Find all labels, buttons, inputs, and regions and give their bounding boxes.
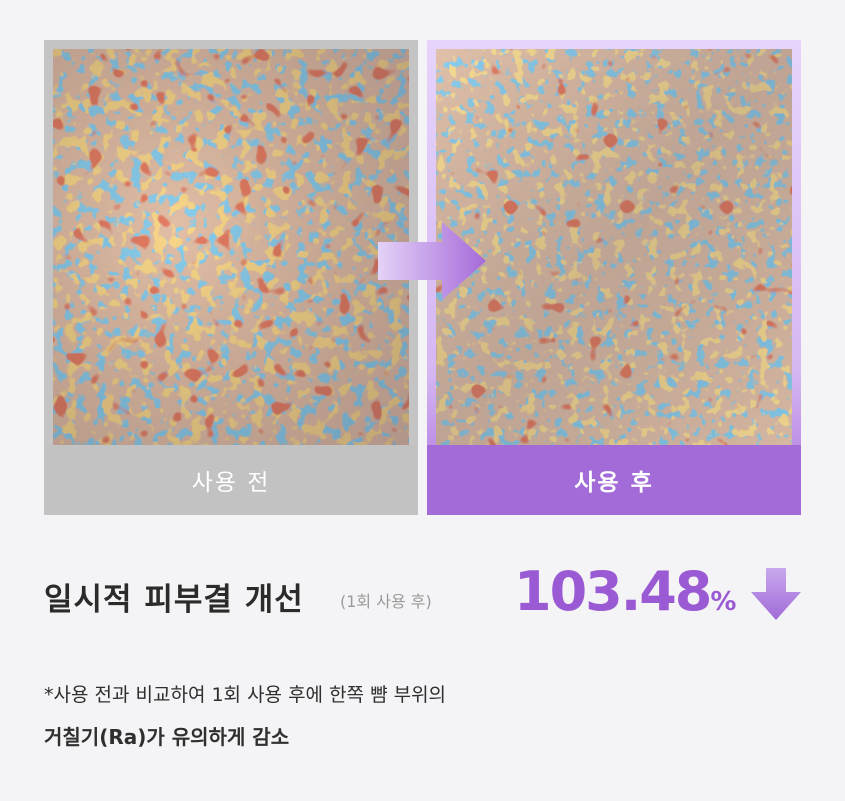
before-card: 사용 전 — [44, 40, 418, 515]
before-label: 사용 전 — [44, 445, 418, 515]
footnote-line-2: 거칠기(Ra)가 유의하게 감소 — [44, 725, 290, 749]
skin-texture-graphic — [53, 49, 409, 445]
result-number: 103.48 — [514, 560, 712, 623]
result-unit: % — [710, 587, 737, 617]
result-row: 일시적 피부결 개선 (1회 사용 후) 103.48% — [44, 560, 804, 630]
result-title: 일시적 피부결 개선 — [44, 582, 304, 618]
right-arrow-icon — [378, 222, 486, 300]
down-arrow-icon — [751, 568, 801, 620]
result-note: (1회 사용 후) — [340, 592, 432, 611]
after-label: 사용 후 — [427, 445, 801, 515]
before-skin-texture-image — [53, 49, 409, 445]
footnote: *사용 전과 비교하여 1회 사용 후에 한쪽 뺨 부위의 거칠기(Ra)가 유… — [44, 680, 804, 752]
after-skin-texture-image — [436, 49, 792, 445]
skin-texture-graphic — [436, 49, 792, 445]
result-value: 103.48% — [514, 560, 736, 623]
footnote-line-1: *사용 전과 비교하여 1회 사용 후에 한쪽 뺨 부위의 — [44, 684, 447, 706]
